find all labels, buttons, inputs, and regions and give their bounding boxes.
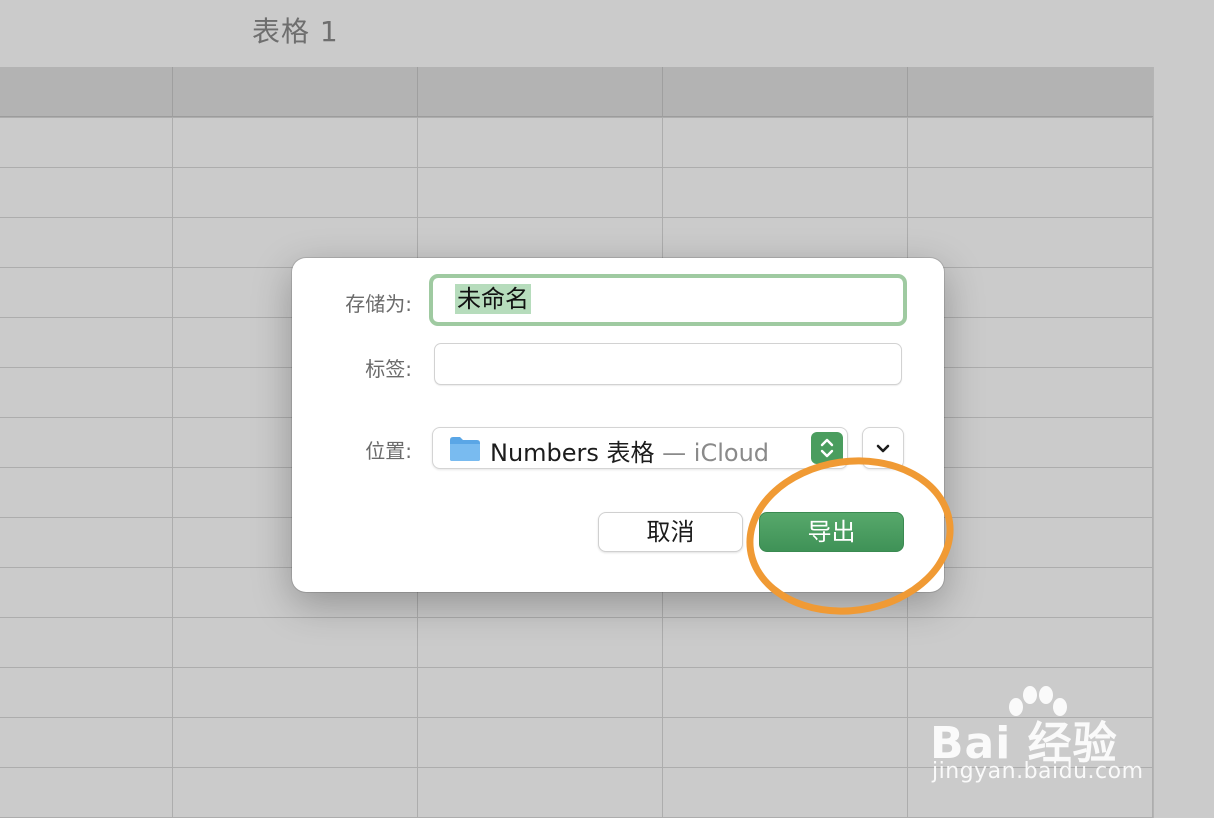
column-separator bbox=[662, 67, 663, 116]
save-as-value: 未命名 bbox=[455, 284, 531, 314]
location-name: Numbers 表格 bbox=[490, 439, 655, 467]
tags-field[interactable] bbox=[434, 343, 902, 385]
column-separator bbox=[417, 67, 418, 116]
location-popup[interactable]: Numbers 表格 — iCloud bbox=[432, 427, 848, 469]
save-as-field[interactable]: 未命名 bbox=[429, 274, 907, 326]
location-label: 位置: bbox=[365, 439, 412, 463]
folder-icon bbox=[449, 436, 481, 466]
location-sub: — iCloud bbox=[654, 439, 770, 467]
cancel-button[interactable]: 取消 bbox=[598, 512, 743, 552]
column-header-row[interactable] bbox=[0, 67, 1153, 117]
save-as-label: 存储为: bbox=[345, 292, 412, 316]
watermark: Bai 经验 jingyan.baidu.com bbox=[930, 685, 1160, 795]
watermark-url: jingyan.baidu.com bbox=[932, 759, 1144, 784]
column-separator bbox=[907, 67, 908, 116]
sheet-title: 表格 1 bbox=[252, 15, 339, 48]
tags-label: 标签: bbox=[365, 357, 412, 381]
column-separator bbox=[172, 67, 173, 116]
